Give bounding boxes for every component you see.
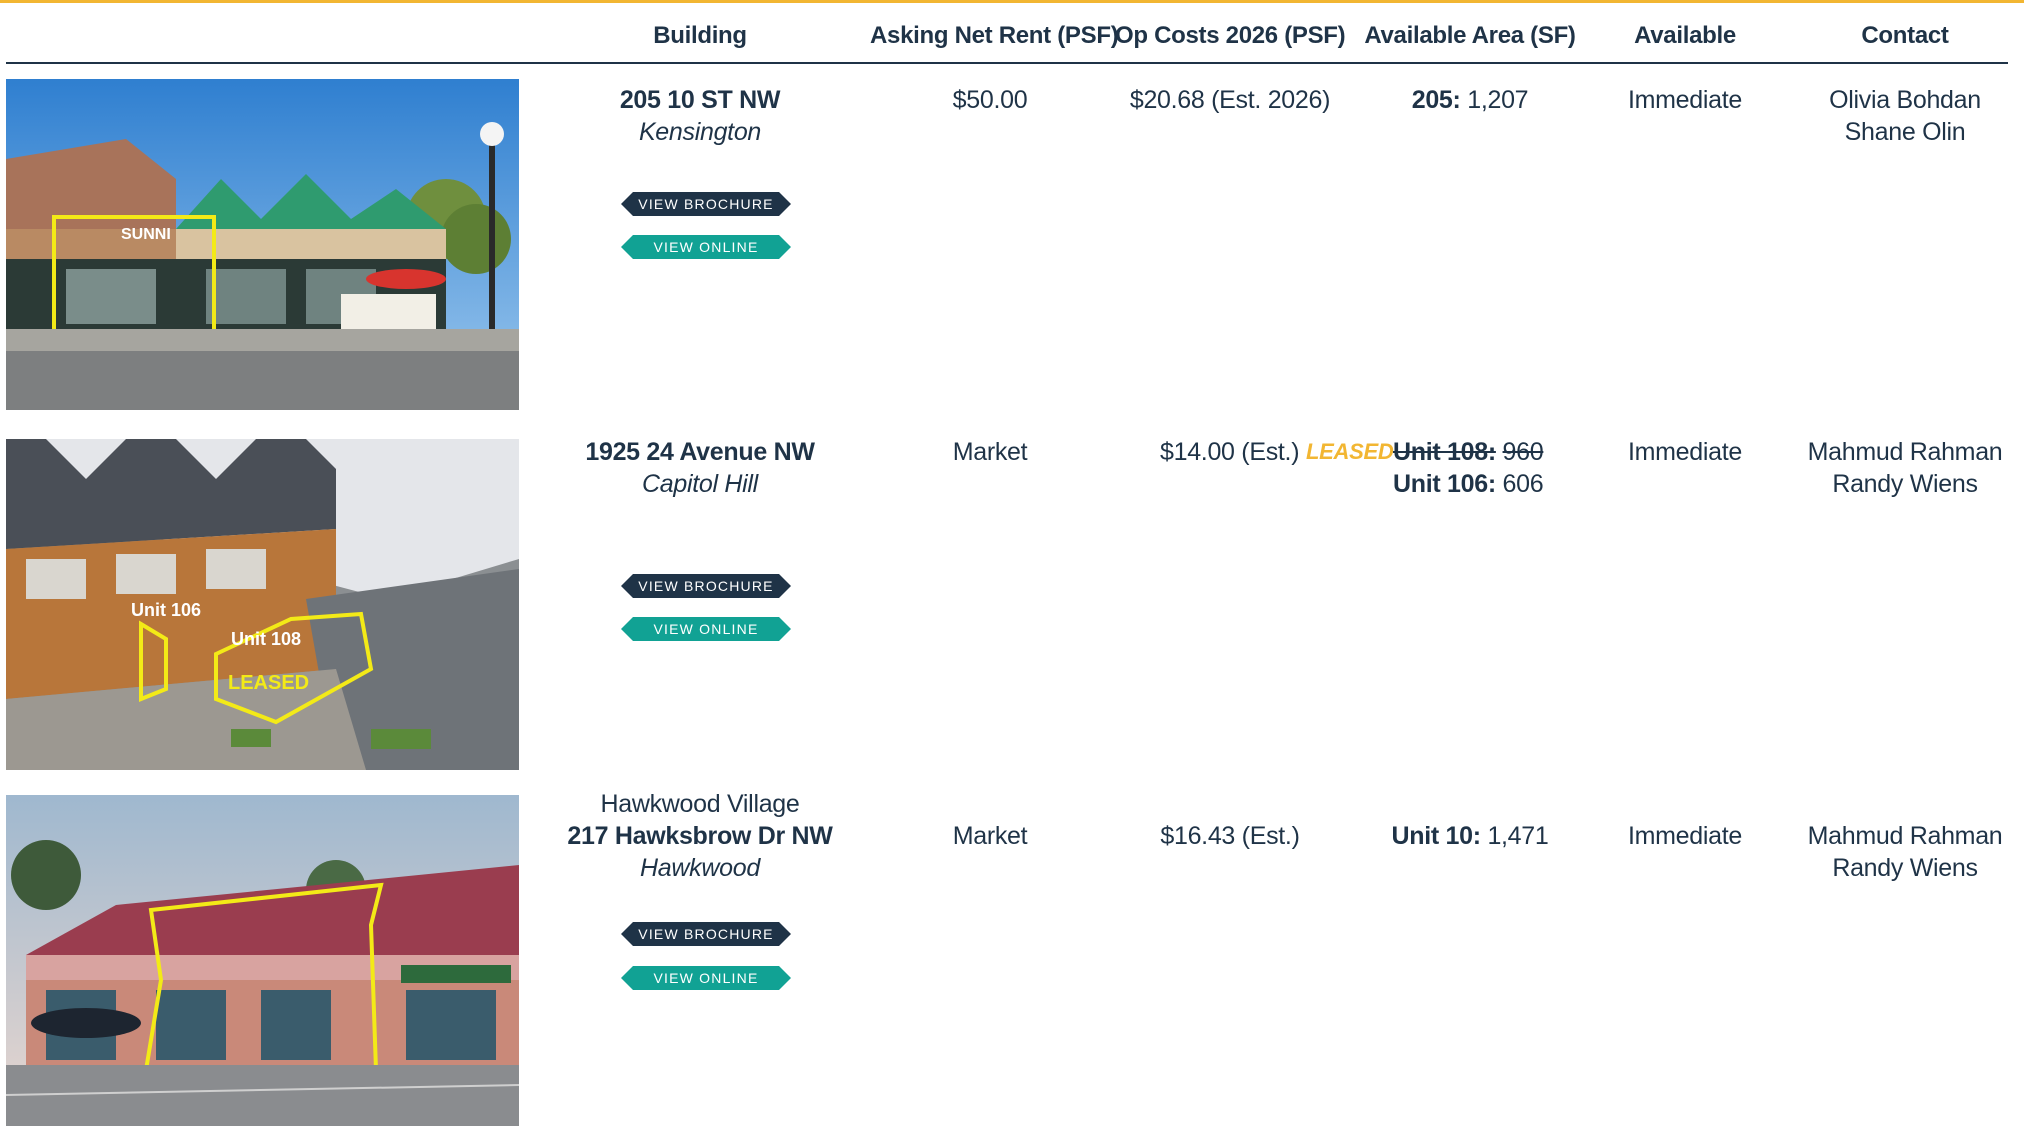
photo-leased-label: LEASED	[228, 672, 309, 694]
available-area-value: Unit 10: 1,471	[1360, 820, 1580, 852]
unit-sf-leased: 960	[1502, 438, 1544, 466]
unit-sf: 1,207	[1467, 86, 1529, 114]
unit-label: 205:	[1411, 86, 1461, 114]
unit-sf: 1,471	[1487, 822, 1549, 850]
top-accent-bar	[0, 0, 2024, 3]
aerial-photo: Unit 106 Unit 108 LEASED	[6, 439, 519, 770]
building-address: 205 10 ST NW	[619, 86, 781, 114]
unit-106-label: Unit 106	[131, 600, 201, 620]
available-value: Immediate	[1627, 822, 1742, 850]
view-brochure-button[interactable]: VIEW BROCHURE	[621, 922, 791, 946]
asking-rent-value: Market	[952, 822, 1028, 850]
building-address: 1925 24 Avenue NW	[585, 438, 815, 466]
header-asking-rent: Asking Net Rent (PSF)	[870, 22, 1119, 49]
building-neighbourhood: Kensington	[638, 118, 762, 146]
view-online-button[interactable]: VIEW ONLINE	[621, 235, 791, 259]
storefront-photo: SUNNI	[6, 79, 519, 410]
header-op-costs: Op Costs 2026 (PSF)	[1115, 22, 1346, 49]
view-online-button[interactable]: VIEW ONLINE	[621, 966, 791, 990]
retail-centre-photo	[6, 795, 519, 1126]
view-brochure-button[interactable]: VIEW BROCHURE	[621, 192, 791, 216]
contact-name[interactable]: Randy Wiens	[1800, 468, 2010, 500]
leased-tag: LEASED	[1306, 436, 1394, 468]
building-centre-name: Hawkwood Village	[600, 790, 800, 818]
header-available: Available	[1634, 22, 1736, 49]
op-costs-value: $14.00 (Est.)	[1160, 438, 1300, 466]
header-building: Building	[653, 22, 747, 49]
building-neighbourhood: Hawkwood	[640, 854, 760, 882]
available-area-value: 205: 1,207	[1360, 84, 1580, 116]
unit-label-leased: Unit 108:	[1393, 438, 1496, 466]
unit-label: Unit 10:	[1391, 822, 1482, 850]
contact-name[interactable]: Olivia Bohdan	[1800, 84, 2010, 116]
contact-name[interactable]: Randy Wiens	[1800, 852, 2010, 884]
available-value: Immediate	[1627, 438, 1742, 466]
leased-badge: LEASED	[1306, 439, 1394, 464]
listing-photo: Unit 106 Unit 108 LEASED	[6, 439, 519, 770]
asking-rent-value: Market	[952, 438, 1028, 466]
view-brochure-button[interactable]: VIEW BROCHURE	[621, 574, 791, 598]
building-neighbourhood: Capitol Hill	[642, 470, 758, 498]
unit-108-label: Unit 108	[231, 629, 301, 649]
header-divider	[6, 62, 2008, 64]
contact-name[interactable]: Mahmud Rahman	[1800, 820, 2010, 852]
listing-photo	[6, 795, 519, 1126]
view-online-button[interactable]: VIEW ONLINE	[621, 617, 791, 641]
building-address: 217 Hawksbrow Dr NW	[567, 822, 833, 850]
listing-photo: SUNNI	[6, 79, 519, 410]
asking-rent-value: $50.00	[952, 86, 1028, 114]
available-area-value: Unit 106: 606	[1393, 468, 1544, 500]
header-contact: Contact	[1861, 22, 1949, 49]
op-costs-value: $20.68 (Est. 2026)	[1129, 86, 1331, 114]
contact-name[interactable]: Mahmud Rahman	[1800, 436, 2010, 468]
photo-sign-text: SUNNI	[121, 226, 171, 243]
available-value: Immediate	[1627, 86, 1742, 114]
unit-label: Unit 106:	[1393, 470, 1496, 498]
header-available-area: Available Area (SF)	[1364, 22, 1576, 49]
op-costs-value: $16.43 (Est.)	[1160, 822, 1300, 850]
contact-name[interactable]: Shane Olin	[1800, 116, 2010, 148]
unit-sf: 606	[1502, 470, 1544, 498]
available-area-value: Unit 108: 960	[1393, 436, 1544, 468]
